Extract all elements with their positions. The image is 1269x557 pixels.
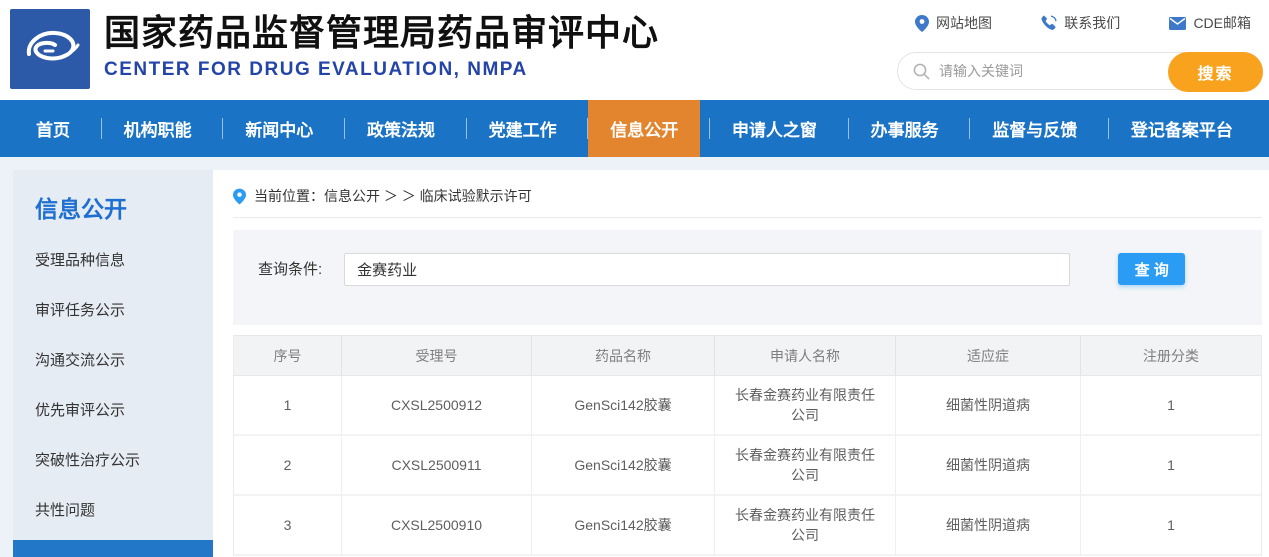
table-cell-0-2: GenSci142胶囊 [531,376,714,436]
nav-item-0[interactable]: 首页 [14,100,92,157]
breadcrumb-text: 当前位置：信息公开 ＞ ＞ 临床试验默示许可 [254,188,532,204]
page-body: 信息公开 受理品种信息 审评任务公示 沟通交流公示 优先审评公示 突破性治疗公示 共性问题… [0,170,1269,557]
nav-item-3[interactable]: 政策法规 [343,100,457,157]
sidebar-item-4[interactable]: 突破性治疗公示 [13,436,213,486]
table-cell-2-4: 细菌性阴道病 [895,496,1080,556]
location-pin-icon [915,14,929,32]
search-button[interactable]: 搜索 [1168,52,1263,92]
results-table-body: 1 CXSL2500912 GenSci142胶囊 长春金赛药业有限责任公司 细菌性阴道… [234,376,1261,556]
table-header-cell-1: 受理号 [341,335,531,376]
search-icon [913,63,930,79]
sidebar: 信息公开 受理品种信息 审评任务公示 沟通交流公示 优先审评公示 突破性治疗公示 共性问题 [13,170,213,557]
nav-item-9[interactable]: 登记备案平台 [1107,100,1255,157]
cde-logo [10,9,90,89]
table-cell-2-5: 1 [1080,496,1261,556]
table-header-row: 序号 受理号 药品名称 申请人名称 适应症 注册分类 [234,335,1261,376]
table-cell-1-3: 长春金赛药业有限责任公司 [714,436,895,496]
main-nav-list: 首页 机构职能 新闻中心 政策法规 党建工作 信息公开 申请人之窗 办事服务 监督与反馈 登记备案… [0,100,1269,157]
sidebar-item-5[interactable]: 共性问题 [13,486,213,536]
site-title-block: 国家药品监督管理局药品审评中心 CENTER FOR DRUG EVALUATI… [104,0,659,100]
table-cell-1-2: GenSci142胶囊 [531,436,714,496]
breadcrumb: 当前位置：信息公开 ＞ ＞ 临床试验默示许可 [233,170,1262,218]
table-cell-1-5: 1 [1080,436,1261,496]
table-cell-2-1: CXSL2500910 [341,496,531,556]
envelope-icon [1169,16,1187,30]
table-cell-0-3: 长春金赛药业有限责任公司 [714,376,895,436]
sidebar-item-3[interactable]: 优先审评公示 [13,386,213,436]
table-cell-1-4: 细菌性阴道病 [895,436,1080,496]
nav-item-5[interactable]: 信息公开 [587,100,701,157]
nav-item-4[interactable]: 党建工作 [465,100,579,157]
query-button[interactable]: 查 询 [1118,253,1186,285]
page-top-band [0,157,1269,170]
main-content: 当前位置：信息公开 ＞ ＞ 临床试验默示许可 查询条件: 查 询 序号受理号药品… [213,170,1269,557]
table-header-cell-2: 药品名称 [531,335,714,376]
table-cell-1-0: 2 [234,436,341,496]
sidebar-title: 信息公开 [35,196,127,222]
nav-item-1[interactable]: 机构职能 [100,100,214,157]
site-title: 国家药品监督管理局药品审评中心 [104,12,660,53]
nav-item-7[interactable]: 办事服务 [847,100,961,157]
results-table: 序号 受理号 药品名称 申请人名称 适应症 注册分类 1 CXSL2500912 GenSci… [233,335,1262,556]
nav-item-8[interactable]: 监督与反馈 [969,100,1099,157]
sidebar-item-active-partial[interactable] [13,540,213,557]
contact-link[interactable]: 联系我们 [1041,13,1120,33]
table-cell-0-4: 细菌性阴道病 [895,376,1080,436]
sidebar-item-2[interactable]: 沟通交流公示 [13,336,213,386]
breadcrumb-pin-icon [233,188,246,204]
site-subtitle: CENTER FOR DRUG EVALUATION, NMPA [104,59,528,80]
site-header: 国家药品监督管理局药品审评中心 CENTER FOR DRUG EVALUATI… [0,0,1269,100]
table-header-cell-3: 申请人名称 [714,335,895,376]
table-cell-0-1: CXSL2500912 [341,376,531,436]
table-cell-2-3: 长春金赛药业有限责任公司 [714,496,895,556]
table-cell-0-0: 1 [234,376,341,436]
search-input[interactable] [939,63,1162,79]
table-header-cell-5: 注册分类 [1080,335,1261,376]
sitemap-link[interactable]: 网站地图 [915,13,992,33]
query-input[interactable] [344,253,1071,286]
nav-item-2[interactable]: 新闻中心 [222,100,335,157]
contact-link-label: 联系我们 [1064,15,1121,31]
sitemap-link-label: 网站地图 [936,15,992,31]
cde-logo-swirl-icon [26,30,80,61]
header-right: 网站地图 联系我们 CDE邮箱 请输入关键词 搜索 [897,0,1263,100]
table-row-1: 2 CXSL2500911 GenSci142胶囊 长春金赛药业有限责任公司 细菌性阴道… [234,436,1261,496]
mailbox-link[interactable]: CDE邮箱 [1169,13,1251,33]
site-search: 搜索 [897,52,1263,92]
sidebar-item-1[interactable]: 审评任务公示 [13,286,213,336]
table-header-cell-4: 适应症 [895,335,1080,376]
sidebar-items: 受理品种信息 审评任务公示 沟通交流公示 优先审评公示 突破性治疗公示 共性问题 [13,236,213,536]
table-row-0: 1 CXSL2500912 GenSci142胶囊 长春金赛药业有限责任公司 细菌性阴道… [234,376,1261,436]
query-label: 查询条件: [258,261,323,278]
table-cell-2-0: 3 [234,496,341,556]
table-cell-0-5: 1 [1080,376,1261,436]
table-cell-1-1: CXSL2500911 [341,436,531,496]
results-table-head: 序号 受理号 药品名称 申请人名称 适应症 注册分类 [234,335,1261,376]
phone-icon [1041,15,1057,30]
sidebar-item-0[interactable]: 受理品种信息 [13,236,213,286]
left-rail [0,170,13,557]
table-header-cell-0: 序号 [234,335,341,376]
query-panel: 查询条件: 查 询 [233,230,1262,325]
table-row-2: 3 CXSL2500910 GenSci142胶囊 长春金赛药业有限责任公司 细菌性阴道… [234,496,1261,556]
table-cell-2-2: GenSci142胶囊 [531,496,714,556]
nav-item-6[interactable]: 申请人之窗 [708,100,839,157]
mailbox-link-label: CDE邮箱 [1193,15,1251,31]
main-nav: 首页 机构职能 新闻中心 政策法规 党建工作 信息公开 申请人之窗 办事服务 监督与反馈 登记备案… [0,100,1269,157]
quick-links: 网站地图 联系我们 CDE邮箱 [897,13,1263,33]
